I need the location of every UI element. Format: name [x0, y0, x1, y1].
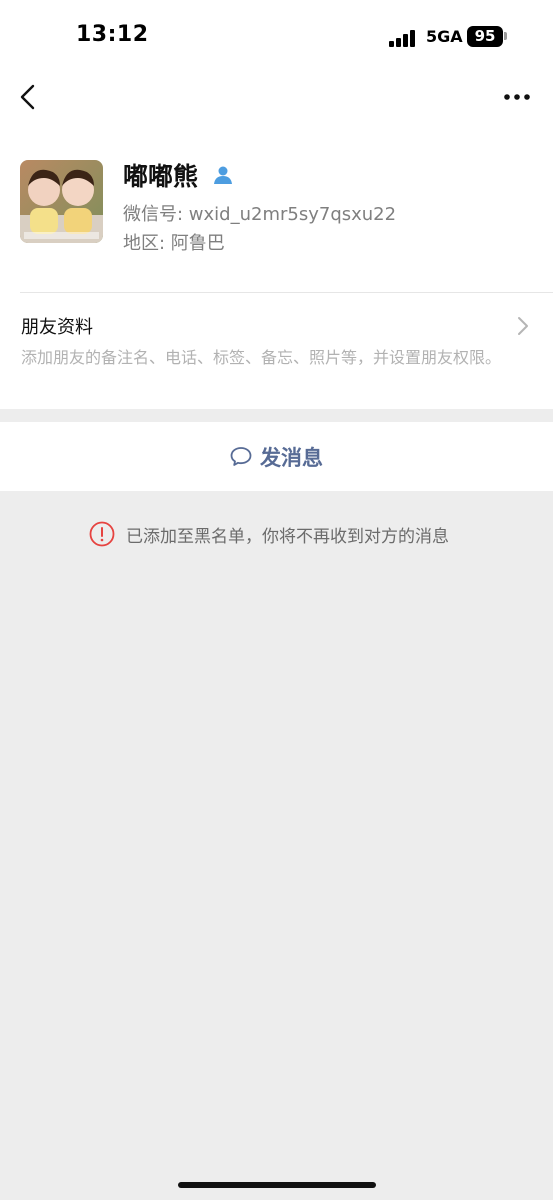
status-time: 13:12	[76, 22, 149, 47]
send-message-content: 发消息	[229, 443, 323, 471]
wechat-id: 微信号: wxid_u2mr5sy7qsxu22	[123, 204, 397, 225]
home-indicator[interactable]	[178, 1182, 376, 1188]
signal-icon	[389, 29, 417, 47]
blacklist-notice: 已添加至黑名单，你将不再收到对方的消息	[89, 520, 449, 548]
avatar[interactable]	[20, 160, 103, 243]
person-icon	[212, 164, 234, 186]
profile-card: 13:12 5GA 95 嘟嘟熊 微信号: wxid_u2mr5sy7qsxu2…	[0, 0, 553, 409]
contact-profile-screen: 13:12 5GA 95 嘟嘟熊 微信号: wxid_u2mr5sy7qsxu2…	[0, 0, 553, 1200]
send-message-button[interactable]: 发消息	[0, 422, 553, 491]
region: 地区: 阿鲁巴	[123, 233, 225, 254]
contact-name: 嘟嘟熊	[123, 162, 199, 191]
back-button[interactable]	[14, 82, 44, 112]
chevron-right-icon	[518, 317, 528, 335]
more-dots-icon	[504, 94, 530, 100]
battery-tip	[504, 32, 507, 40]
friend-info-title: 朋友资料	[21, 317, 93, 338]
chevron-left-icon	[20, 84, 35, 110]
network-label: 5GA	[426, 27, 463, 46]
friend-info-description: 添加朋友的备注名、电话、标签、备忘、照片等，并设置朋友权限。	[21, 348, 502, 367]
send-message-label: 发消息	[260, 446, 323, 470]
chat-bubble-icon	[230, 447, 252, 466]
blacklist-notice-text: 已添加至黑名单，你将不再收到对方的消息	[126, 526, 449, 547]
battery-icon: 95	[467, 26, 503, 47]
friend-info-row[interactable]: 朋友资料 添加朋友的备注名、电话、标签、备忘、照片等，并设置朋友权限。	[0, 293, 553, 409]
more-button[interactable]	[500, 86, 534, 108]
warning-icon	[89, 521, 115, 547]
